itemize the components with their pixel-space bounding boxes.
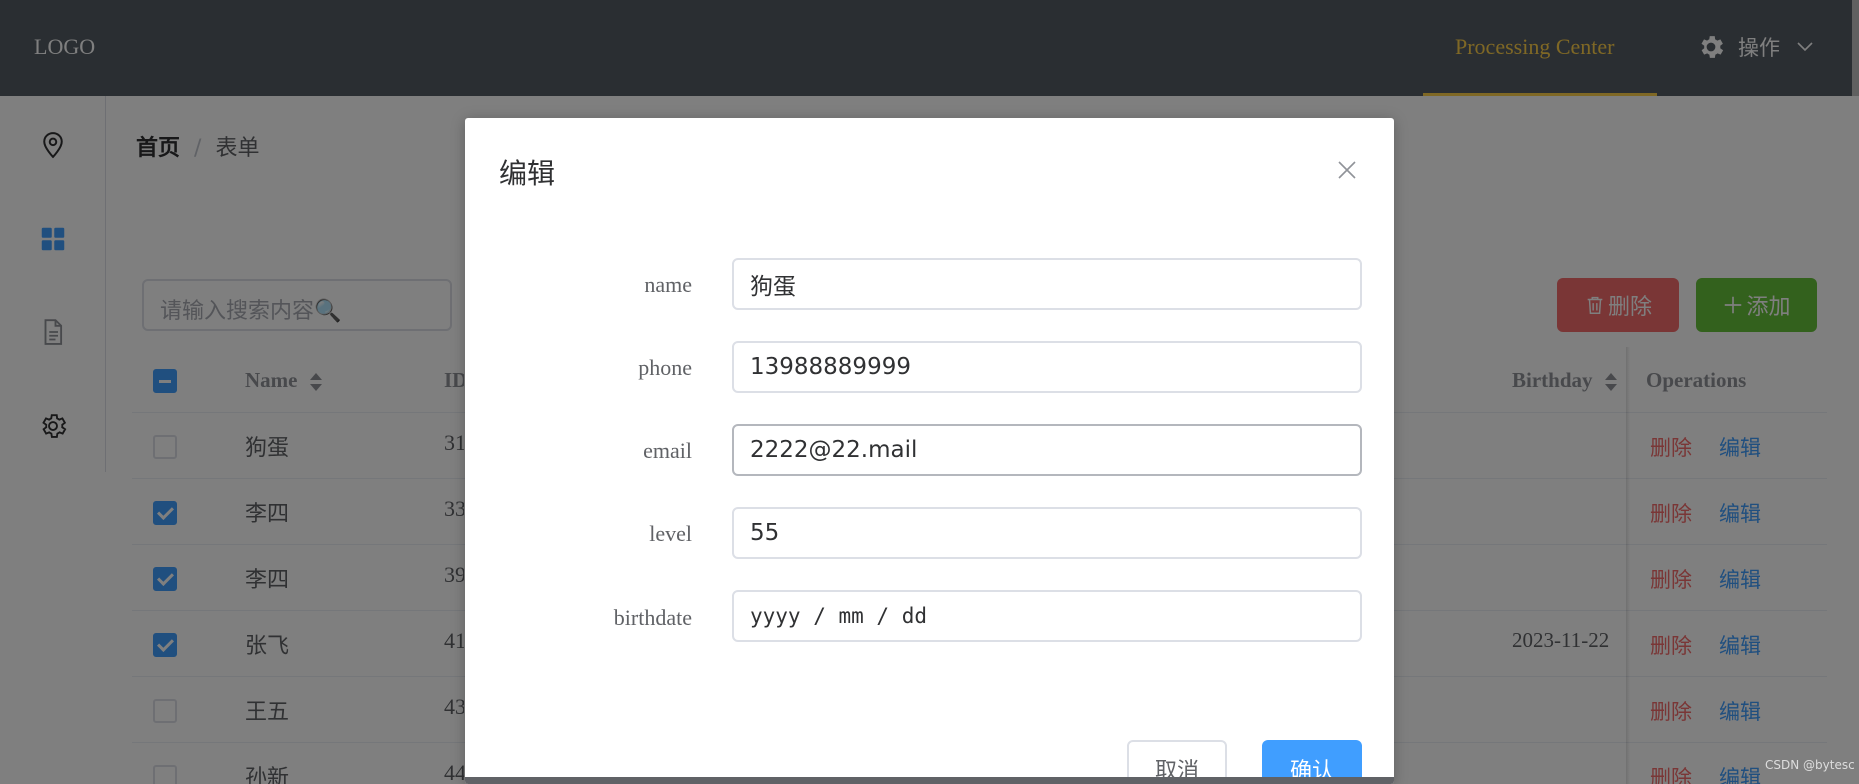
email-field[interactable]: 2222@22.mail — [732, 424, 1362, 476]
birthdate-placeholder: yyyy / mm / dd — [750, 604, 928, 628]
phone-value: 13988889999 — [750, 354, 911, 380]
level-value: 55 — [750, 520, 780, 546]
dialog-title: 编辑 — [499, 157, 556, 190]
watermark: CSDN @bytesc — [1765, 758, 1855, 772]
phone-label: phone — [638, 355, 692, 380]
phone-field[interactable]: 13988889999 — [732, 341, 1362, 393]
birthdate-label: birthdate — [613, 605, 692, 630]
close-icon[interactable] — [1335, 158, 1359, 182]
level-field[interactable]: 55 — [732, 507, 1362, 559]
birthdate-field[interactable]: yyyy / mm / dd — [732, 590, 1362, 642]
name-field[interactable]: 狗蛋 — [732, 258, 1362, 310]
name-label: name — [644, 272, 692, 297]
level-label: level — [649, 521, 692, 546]
email-label: email — [643, 438, 692, 463]
name-value: 狗蛋 — [750, 274, 796, 300]
edit-dialog: 编辑 name 狗蛋 phone 13988889999 email 2222@… — [465, 118, 1394, 784]
email-value: 2222@22.mail — [750, 437, 918, 463]
dialog-scrollbar[interactable] — [465, 777, 1394, 784]
